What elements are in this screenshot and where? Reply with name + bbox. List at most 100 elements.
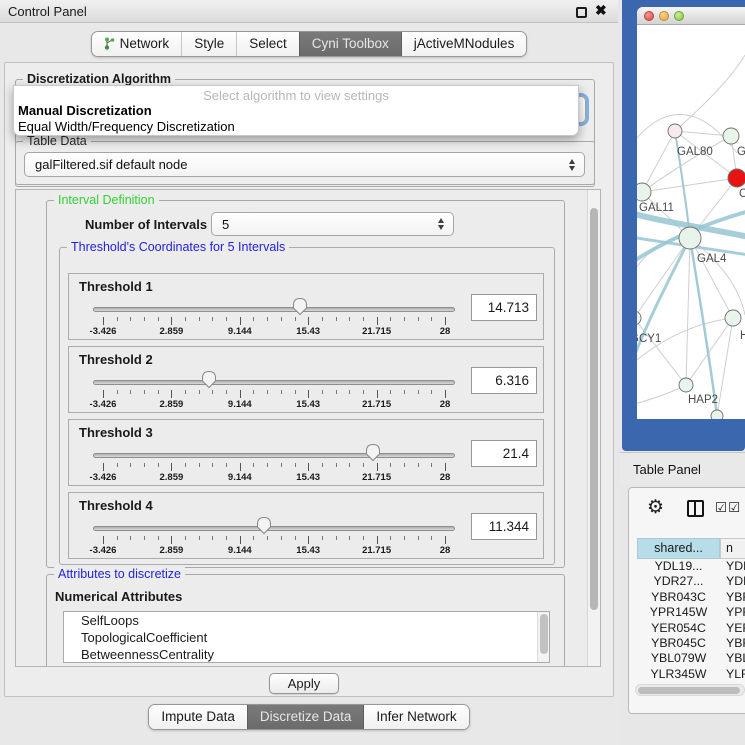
network-node[interactable] xyxy=(725,310,741,326)
number-of-intervals-select[interactable]: 5 xyxy=(211,212,454,236)
slider-track[interactable] xyxy=(93,526,455,531)
columns-icon[interactable] xyxy=(687,500,704,517)
interval-definition-group: Interval Definition Number of Intervals … xyxy=(46,200,565,568)
tab-infer-network[interactable]: Infer Network xyxy=(363,705,468,729)
slider-thumb-shape xyxy=(256,516,272,535)
checkboxes-icon[interactable]: ☑☑ xyxy=(715,500,741,516)
slider-track[interactable] xyxy=(93,307,455,312)
scale-label: 28 xyxy=(440,326,451,337)
slider-scale: -3.4262.8599.14415.4321.71528 xyxy=(103,399,445,411)
tick-mark xyxy=(226,536,227,540)
slider-thumb[interactable] xyxy=(201,370,217,389)
attributes-scrollbar[interactable] xyxy=(537,612,549,662)
tab-discretize-data[interactable]: Discretize Data xyxy=(247,705,364,729)
threshold-label: Threshold 2 xyxy=(79,352,153,367)
tab-impute-data[interactable]: Impute Data xyxy=(149,705,247,729)
tick-mark xyxy=(418,536,419,540)
node-label-partial: C xyxy=(739,188,745,200)
slider-ticks xyxy=(103,463,445,472)
gear-icon[interactable]: ⚙ xyxy=(647,496,664,519)
node-label: HAP2 xyxy=(688,394,718,406)
settings-vertical-scrollbar[interactable] xyxy=(587,190,600,666)
attribute-list-item[interactable]: TopologicalCoefficient xyxy=(64,629,549,646)
threshold-value-field[interactable]: 21.4 xyxy=(471,440,537,467)
threshold-value-field[interactable]: 11.344 xyxy=(471,513,537,540)
popup-item-equal-width-frequency[interactable]: Equal Width/Frequency Discretization xyxy=(18,119,235,134)
threshold-value-field[interactable]: 6.316 xyxy=(471,367,537,394)
combo-stepper-icon xyxy=(569,159,575,171)
slider-thumb[interactable] xyxy=(292,297,308,316)
attribute-list-item[interactable]: SelfLoops xyxy=(64,612,549,629)
tick-mark xyxy=(240,317,241,325)
scale-label: 15.43 xyxy=(296,399,320,410)
table-row[interactable]: YDR27...YDR2 xyxy=(637,574,745,589)
table-panel-header: Table Panel xyxy=(620,452,745,485)
table-row[interactable]: YBR045CYBR0 xyxy=(637,636,745,651)
tick-mark xyxy=(322,463,323,467)
table-row[interactable]: YDL19...YDL1 xyxy=(637,559,745,574)
scale-label: 2.859 xyxy=(160,326,184,337)
network-node[interactable] xyxy=(728,169,745,187)
cell-shared-name: YBR043C xyxy=(637,590,720,605)
network-edge xyxy=(642,178,737,192)
mac-zoom-icon[interactable] xyxy=(674,11,684,21)
slider-track[interactable] xyxy=(93,453,455,458)
tick-mark xyxy=(117,317,118,321)
tick-mark xyxy=(185,390,186,394)
node-label: GCY1 xyxy=(637,333,661,345)
table-row[interactable]: YBR043CYBR0 xyxy=(637,590,745,605)
numerical-attributes-list[interactable]: SelfLoopsTopologicalCoefficientBetweenne… xyxy=(63,611,550,663)
network-node[interactable] xyxy=(711,410,723,419)
apply-button[interactable]: Apply xyxy=(269,673,339,694)
interval-definition-title: Interval Definition xyxy=(54,193,159,207)
number-of-intervals-label: Number of Intervals xyxy=(85,217,207,232)
network-node-hap2[interactable] xyxy=(679,378,693,392)
scrollbar-thumb[interactable] xyxy=(540,614,548,654)
table-row[interactable]: YPR145WYPR1 xyxy=(637,605,745,620)
network-node-gal11[interactable] xyxy=(637,183,651,201)
mac-minimize-icon[interactable] xyxy=(659,11,669,21)
tick-mark xyxy=(103,536,104,544)
network-node-gcy1[interactable] xyxy=(637,311,641,325)
mac-close-icon[interactable] xyxy=(644,11,654,21)
slider-thumb[interactable] xyxy=(365,443,381,462)
scrollbar-thumb[interactable] xyxy=(638,687,740,694)
scale-label: 15.43 xyxy=(296,326,320,337)
network-window-titlebar[interactable] xyxy=(637,7,745,25)
close-icon[interactable]: ✖ xyxy=(595,2,607,19)
tick-mark xyxy=(281,463,282,467)
table-horizontal-scrollbar[interactable] xyxy=(635,684,745,696)
tick-mark xyxy=(295,317,296,321)
column-header-name[interactable]: n xyxy=(720,538,745,559)
slider-scale: -3.4262.8599.14415.4321.71528 xyxy=(103,472,445,484)
column-header-shared-name[interactable]: shared... xyxy=(637,538,720,559)
tick-mark xyxy=(171,390,172,398)
scrollbar-thumb[interactable] xyxy=(590,208,598,610)
table-row[interactable]: YBL079WYBL0 xyxy=(637,651,745,666)
tick-mark xyxy=(349,463,350,467)
network-node[interactable] xyxy=(723,128,739,144)
popup-item-manual-discretization[interactable]: Manual Discretization xyxy=(18,103,152,118)
table-row[interactable]: YLR345WYLR3 xyxy=(637,667,745,682)
attribute-list-item[interactable]: BetweennessCentrality xyxy=(64,646,549,663)
network-canvas[interactable]: GAL80GAL11GAL4GCY1HAP2GCH xyxy=(637,25,745,419)
table-row[interactable]: YER054CYER0 xyxy=(637,621,745,636)
table-data-select[interactable]: galFiltered.sif default node xyxy=(24,152,585,177)
tab-style[interactable]: Style xyxy=(181,32,236,56)
tab-cyni-toolbox[interactable]: Cyni Toolbox xyxy=(299,32,401,56)
tab-jactivemnodules[interactable]: jActiveMNodules xyxy=(401,32,527,56)
tick-mark xyxy=(390,463,391,467)
tick-mark xyxy=(199,390,200,394)
slider-track[interactable] xyxy=(93,380,455,385)
slider-thumb[interactable] xyxy=(256,516,272,535)
slider-thumb-shape xyxy=(201,370,217,389)
network-node-gal80[interactable] xyxy=(668,124,682,138)
float-panel-icon[interactable] xyxy=(576,7,587,18)
threshold-value-field[interactable]: 14.713 xyxy=(471,294,537,321)
network-node-gal4[interactable] xyxy=(679,227,701,249)
tick-mark xyxy=(445,463,446,471)
tab-select[interactable]: Select xyxy=(236,32,299,56)
tick-mark xyxy=(363,390,364,394)
scale-label: 28 xyxy=(440,399,451,410)
tab-network[interactable]: Network xyxy=(92,32,182,56)
